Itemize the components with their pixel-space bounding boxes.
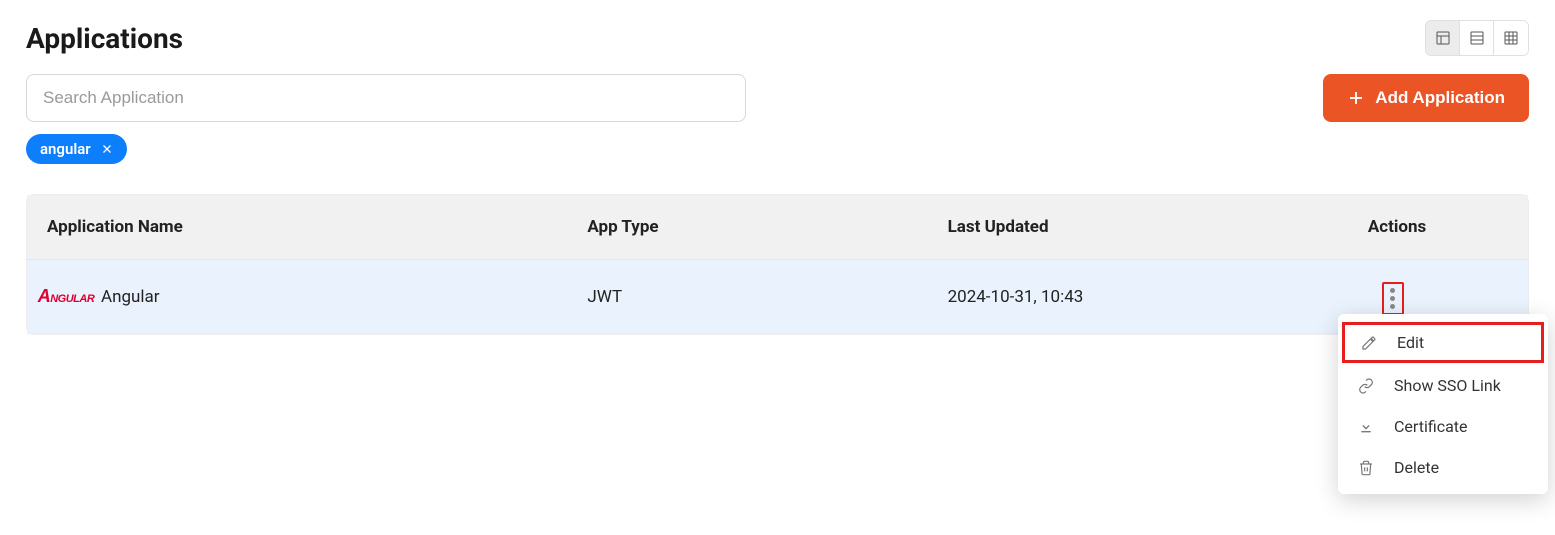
kebab-icon: [1386, 288, 1400, 309]
app-logo-angular: ANGULAR: [47, 285, 85, 309]
menu-item-sso-link[interactable]: Show SSO Link: [1338, 365, 1548, 406]
view-layout-button[interactable]: [1426, 21, 1460, 55]
filter-chip-remove[interactable]: [101, 143, 113, 155]
download-icon: [1358, 419, 1374, 435]
view-grid-button[interactable]: [1494, 21, 1528, 55]
list-icon: [1469, 30, 1485, 46]
edit-icon: [1361, 335, 1377, 351]
row-actions-menu: Edit Show SSO Link Certificate Dele: [1338, 314, 1548, 494]
search-input[interactable]: [26, 74, 746, 122]
plus-icon: [1347, 89, 1365, 107]
layout-icon: [1435, 30, 1451, 46]
applications-table: Application Name App Type Last Updated A…: [26, 194, 1529, 335]
table-row[interactable]: ANGULAR Angular JWT 2024-10-31, 10:43: [27, 260, 1528, 334]
filter-chips: angular: [26, 134, 746, 164]
link-icon: [1358, 378, 1374, 394]
app-name: Angular: [101, 287, 160, 307]
menu-item-label: Delete: [1394, 458, 1439, 477]
menu-item-label: Show SSO Link: [1394, 376, 1501, 395]
menu-item-label: Certificate: [1394, 417, 1468, 436]
menu-item-delete[interactable]: Delete: [1338, 447, 1548, 488]
filter-chip-angular[interactable]: angular: [26, 134, 127, 164]
filter-chip-label: angular: [40, 140, 91, 158]
app-updated: 2024-10-31, 10:43: [928, 260, 1348, 334]
col-header-actions: Actions: [1348, 195, 1528, 260]
col-header-name: Application Name: [27, 195, 567, 260]
row-actions-button[interactable]: [1382, 282, 1404, 315]
add-button-label: Add Application: [1375, 88, 1505, 108]
trash-icon: [1358, 460, 1374, 476]
close-icon: [101, 143, 113, 155]
page-title: Applications: [26, 22, 183, 55]
menu-item-certificate[interactable]: Certificate: [1338, 406, 1548, 447]
view-list-button[interactable]: [1460, 21, 1494, 55]
menu-item-label: Edit: [1397, 333, 1424, 352]
view-switcher: [1425, 20, 1529, 56]
menu-item-edit[interactable]: Edit: [1342, 322, 1544, 363]
col-header-updated: Last Updated: [928, 195, 1348, 260]
col-header-type: App Type: [567, 195, 927, 260]
add-application-button[interactable]: Add Application: [1323, 74, 1529, 122]
app-type: JWT: [567, 260, 927, 334]
grid-icon: [1503, 30, 1519, 46]
